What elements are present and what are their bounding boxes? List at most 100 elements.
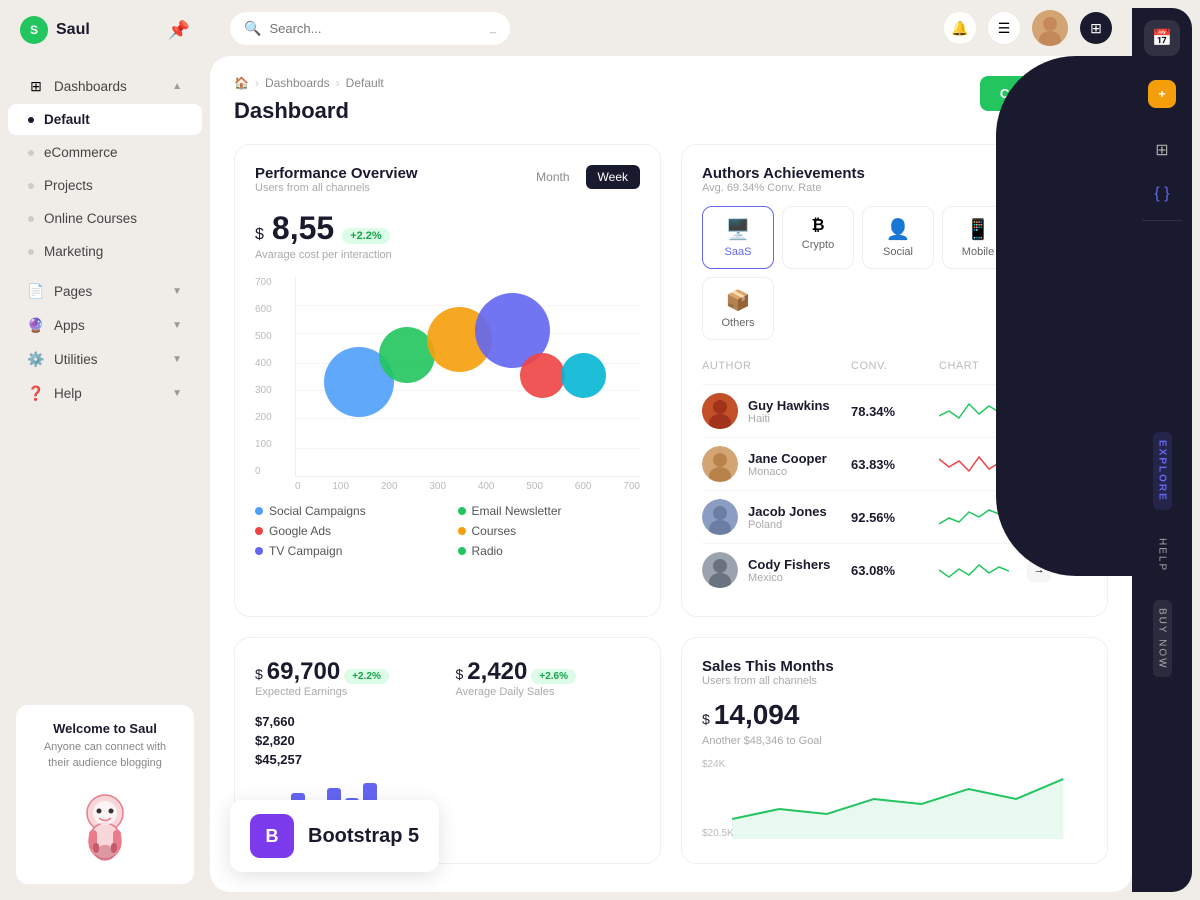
page-title: Dashboard (234, 98, 384, 124)
pages-label: Pages (54, 284, 92, 299)
settings-icon[interactable]: ☰ (988, 12, 1020, 44)
code-icon[interactable]: { } (1144, 176, 1180, 212)
legend-google: Google Ads (255, 524, 438, 538)
conv-val-1: 78.34% (851, 404, 931, 419)
author-avatar-4 (702, 552, 738, 588)
bubble-radio (561, 353, 606, 398)
cat-tab-social[interactable]: 👤 Social (862, 206, 934, 269)
main-panel: 🏠 › Dashboards › Default Dashboard Creat… (210, 56, 1132, 892)
view-btn-3[interactable]: → (1027, 505, 1051, 529)
tab-month[interactable]: Month (524, 165, 581, 189)
welcome-card: Welcome to Saul Anyone can connect with … (16, 705, 194, 884)
grid-panel-icon[interactable]: ⊞ (1144, 132, 1180, 168)
sales-sub: Users from all channels (702, 675, 1087, 687)
col-view: VIEW (1027, 360, 1087, 372)
bootstrap-icon: B (250, 814, 294, 858)
search-box[interactable]: 🔍 _ (230, 12, 510, 45)
sales-goal: Another $48,346 to Goal (702, 735, 1087, 747)
grid-icon[interactable]: ⊞ (1080, 12, 1112, 44)
create-project-button[interactable]: Create Project (980, 76, 1108, 111)
page-header: 🏠 › Dashboards › Default Dashboard Creat… (234, 76, 1108, 144)
breadcrumb-dashboards[interactable]: Dashboards (265, 76, 330, 90)
view-btn-2[interactable]: → (1027, 452, 1051, 476)
apps-label: Apps (54, 318, 85, 333)
sidebar-item-ecommerce[interactable]: eCommerce (8, 137, 202, 168)
nav-dot (28, 249, 34, 255)
notification-icon[interactable]: 🔔 (944, 12, 976, 44)
sidebar-item-online-courses[interactable]: Online Courses (8, 203, 202, 234)
logo: S Saul (20, 16, 90, 44)
topbar-right: 🔔 ☰ ⊞ (944, 10, 1112, 46)
sidebar-item-dashboards[interactable]: ⊞ Dashboards ▲ (8, 70, 202, 102)
perf-title: Performance Overview (255, 165, 418, 182)
chevron-icon: ▼ (172, 286, 182, 297)
sidebar-item-apps[interactable]: 🔮 Apps ▼ (8, 309, 202, 341)
cat-tab-others[interactable]: 📦 Others (702, 277, 774, 340)
bubble-chart (295, 277, 640, 477)
perf-label: Avarage cost per interaction (255, 249, 640, 261)
app-name: Saul (56, 21, 90, 39)
help-label[interactable]: Help (1153, 530, 1172, 580)
category-tabs: 🖥️ SaaS ₿ Crypto 👤 Social (702, 206, 1087, 340)
author-row: Jane Cooper Monaco 63.83% → (702, 437, 1087, 490)
astronaut-image (55, 783, 155, 863)
bootstrap-banner: B Bootstrap 5 (230, 800, 439, 872)
tab-week[interactable]: Week (586, 165, 640, 189)
welcome-title: Welcome to Saul (32, 721, 178, 736)
explore-label[interactable]: Explore (1153, 432, 1172, 510)
sidebar-item-utilities[interactable]: ⚙️ Utilities ▼ (8, 343, 202, 375)
search-icon: 🔍 (244, 20, 261, 37)
welcome-subtitle: Anyone can connect with their audience b… (32, 740, 178, 771)
authors-table-header: AUTHOR CONV. CHART VIEW (702, 356, 1087, 376)
col-author: AUTHOR (702, 360, 843, 372)
breadcrumb: 🏠 › Dashboards › Default (234, 76, 384, 90)
author-avatar-2 (702, 446, 738, 482)
view-btn-4[interactable]: → (1027, 558, 1051, 582)
mini-chart-1 (939, 396, 1019, 426)
sidebar-item-help[interactable]: ❓ Help ▼ (8, 377, 202, 409)
authors-title: Authors Achievements (702, 165, 1087, 182)
topbar: 🔍 _ 🔔 ☰ ⊞ (210, 0, 1132, 56)
legend-social: Social Campaigns (255, 504, 438, 518)
authors-subtitle: Avg. 69.34% Conv. Rate (702, 182, 1087, 194)
utilities-label: Utilities (54, 352, 98, 367)
sidebar-item-marketing[interactable]: Marketing (8, 236, 202, 267)
chevron-icon: ▼ (172, 388, 182, 399)
sidebar-item-pages[interactable]: 📄 Pages ▼ (8, 275, 202, 307)
view-btn-1[interactable]: → (1027, 399, 1051, 423)
cat-tab-crypto[interactable]: ₿ Crypto (782, 206, 854, 269)
pin-icon[interactable]: 📌 (168, 20, 190, 41)
bubble-chart-container: 700 600 500 400 300 200 100 0 (255, 277, 640, 492)
authors-card: Authors Achievements Avg. 69.34% Conv. R… (681, 144, 1108, 617)
sidebar-footer: Welcome to Saul Anyone can connect with … (0, 689, 210, 900)
search-input[interactable] (269, 21, 481, 36)
avatar-image (1032, 10, 1068, 46)
col-chart: CHART (939, 360, 1019, 372)
x-axis: 0 100 200 300 400 500 600 700 (295, 477, 640, 492)
bubble-google (520, 353, 565, 398)
cat-tab-mobile[interactable]: 📱 Mobile (942, 206, 1014, 269)
author-row: Cody Fishers Mexico 63.08% → (702, 543, 1087, 596)
sidebar-item-projects[interactable]: Projects (8, 170, 202, 201)
sales-chart: $24K $20.5K (702, 759, 1087, 839)
expected-label: Expected Earnings (255, 686, 440, 698)
chevron-icon: ▼ (172, 354, 182, 365)
conv-val-3: 92.56% (851, 510, 931, 525)
user-avatar[interactable] (1032, 10, 1068, 46)
calendar-icon[interactable]: 📅 (1144, 20, 1180, 56)
legend-radio: Radio (458, 544, 641, 558)
expected-badge: +2.2% (344, 669, 389, 684)
buy-now-label[interactable]: Buy now (1153, 600, 1172, 678)
legend-tv: TV Campaign (255, 544, 438, 558)
col-conv: CONV. (851, 360, 931, 372)
legend-email: Email Newsletter (458, 504, 641, 518)
sales-title: Sales This Months (702, 658, 1087, 675)
sidebar-header: S Saul 📌 (0, 0, 210, 60)
earnings-stats: $7,660 $2,820 $45,257 (255, 714, 640, 767)
add-orange-icon[interactable]: + (1148, 80, 1176, 108)
dashboards-icon: ⊞ (28, 78, 44, 94)
conv-val-2: 63.83% (851, 457, 931, 472)
sidebar-item-default[interactable]: Default (8, 104, 202, 135)
cat-tab-saas[interactable]: 🖥️ SaaS (702, 206, 774, 269)
author-row: Jacob Jones Poland 92.56% → (702, 490, 1087, 543)
